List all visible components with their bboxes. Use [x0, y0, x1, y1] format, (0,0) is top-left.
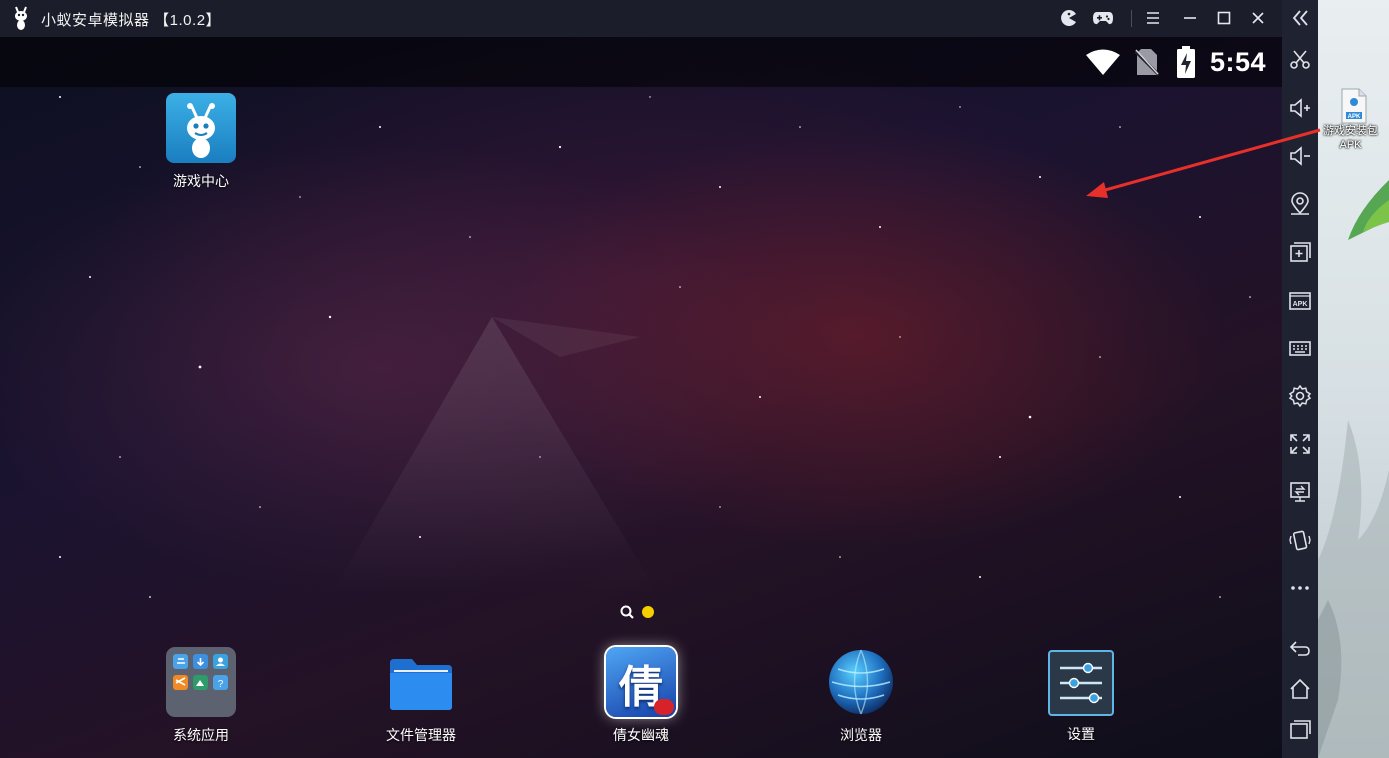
no-sim-icon: [1133, 46, 1161, 78]
status-bar: 5:54: [0, 37, 1282, 87]
wifi-icon: [1085, 46, 1121, 78]
emulator-sidebar: APK: [1282, 0, 1318, 758]
pacman-icon[interactable]: [1056, 5, 1082, 31]
apk-file-label-line2: APK: [1339, 139, 1362, 151]
back-icon[interactable]: [1287, 635, 1313, 661]
svg-text:?: ?: [218, 679, 224, 690]
status-clock: 5:54: [1210, 47, 1267, 77]
globe-icon: [826, 647, 896, 717]
battery-charging-icon: [1174, 46, 1198, 78]
screen-share-icon[interactable]: [1287, 479, 1313, 505]
app-label: 文件管理器: [386, 727, 456, 743]
app-label: 倩女幽魂: [613, 727, 669, 743]
maximize-icon[interactable]: [1211, 5, 1237, 31]
desktop-apk-file[interactable]: APK 游戏安装包 APK: [1318, 88, 1389, 152]
apk-file-label-line1: 游戏安装包: [1323, 125, 1378, 137]
volume-down-icon[interactable]: [1287, 143, 1313, 169]
app-file-manager[interactable]: 文件管理器: [366, 647, 476, 745]
app-qiannv[interactable]: 倩 倩女幽魂: [586, 647, 696, 745]
page-indicator: [620, 605, 654, 619]
gamepad-icon[interactable]: [1090, 5, 1116, 31]
blue-folder-icon: [386, 647, 456, 717]
title-bar: 小蚁安卓模拟器 【1.0.2】: [0, 0, 1318, 37]
svg-text:APK: APK: [1293, 301, 1308, 308]
shake-icon[interactable]: [1287, 527, 1313, 553]
scissors-icon[interactable]: [1287, 47, 1313, 73]
location-icon[interactable]: [1287, 191, 1313, 217]
game-qiannv-icon: 倩: [606, 647, 676, 717]
minimize-icon[interactable]: [1177, 5, 1203, 31]
recents-icon[interactable]: [1287, 716, 1313, 742]
app-label: 设置: [1067, 726, 1095, 742]
search-icon[interactable]: [620, 605, 634, 619]
active-page-dot: [642, 606, 654, 618]
window-title: 小蚁安卓模拟器 【1.0.2】: [41, 12, 222, 29]
double-chevron-left-icon[interactable]: [1287, 5, 1313, 31]
settings-icon[interactable]: [1287, 383, 1313, 409]
apk-badge-text: APK: [1347, 114, 1360, 120]
ant-logo-icon: [15, 6, 27, 30]
close-icon[interactable]: [1245, 5, 1271, 31]
app-system-apps[interactable]: ? 系统应用: [146, 647, 256, 745]
home-icon[interactable]: [1287, 676, 1313, 702]
sliders-icon: [1048, 650, 1114, 716]
keyboard-icon[interactable]: [1287, 335, 1313, 361]
app-label: 系统应用: [173, 727, 229, 743]
game-corner-badge: [654, 699, 674, 715]
more-icon[interactable]: [1287, 575, 1313, 601]
apk-install-icon[interactable]: APK: [1287, 287, 1313, 313]
fullscreen-icon[interactable]: [1287, 431, 1313, 457]
android-screen: 5:54 游戏中心 ? 系统应用 文件管理器 倩 倩女幽魂 浏览器 设置: [0, 37, 1282, 758]
app-game-center[interactable]: 游戏中心: [146, 93, 256, 191]
ant-game-center-icon: [166, 93, 236, 163]
apk-file-icon: APK: [1340, 88, 1368, 124]
folder-grid-icon: ?: [166, 647, 236, 717]
app-label: 浏览器: [840, 727, 882, 743]
multi-window-icon[interactable]: [1287, 239, 1313, 265]
menu-icon[interactable]: [1140, 5, 1166, 31]
volume-up-icon[interactable]: [1287, 95, 1313, 121]
app-browser[interactable]: 浏览器: [806, 647, 916, 745]
app-label: 游戏中心: [173, 173, 229, 189]
app-settings[interactable]: 设置: [1026, 647, 1136, 744]
title-separator: [1131, 10, 1132, 27]
